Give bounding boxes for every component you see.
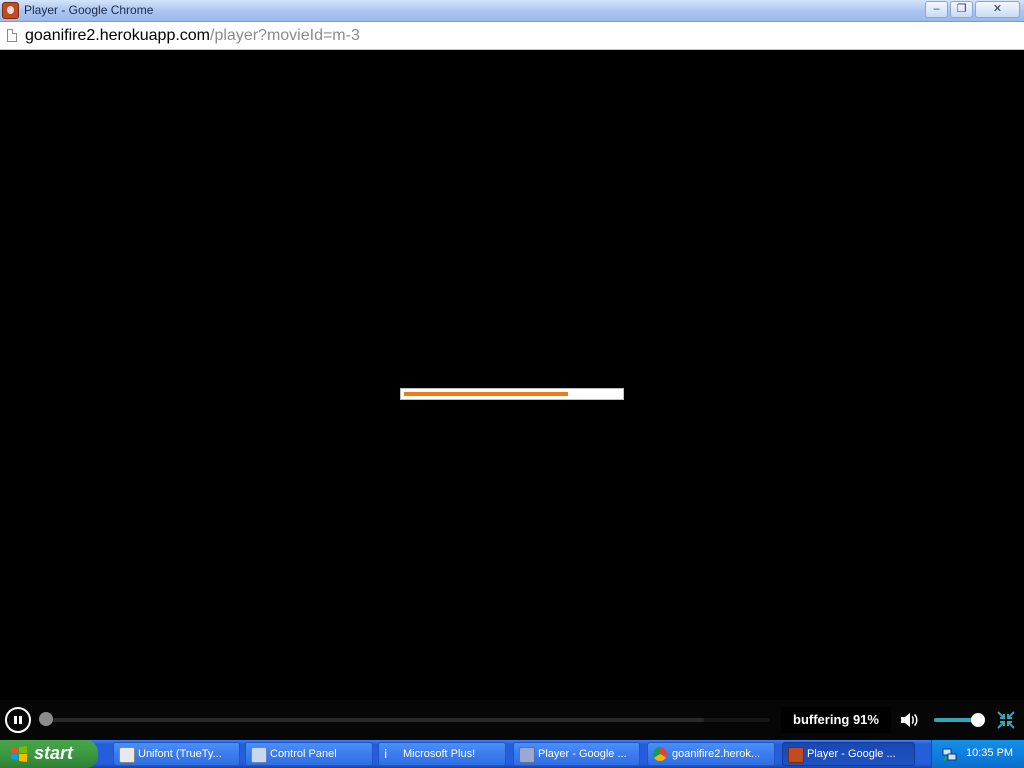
exit-fullscreen-icon[interactable]: [997, 711, 1015, 729]
title-bar: Player - Google Chrome – ❐ ✕: [0, 0, 1024, 22]
font-icon: [119, 747, 135, 763]
url-text[interactable]: goanifire2.herokuapp.com/player?movieId=…: [25, 27, 360, 45]
loading-progress-fill: [404, 392, 568, 396]
volume-handle[interactable]: [971, 713, 985, 727]
taskbar-item-unifont[interactable]: Unifont (TrueTy...: [113, 742, 240, 766]
player-app-icon: [788, 747, 804, 763]
seek-handle[interactable]: [39, 712, 53, 726]
chrome-icon: [653, 747, 667, 761]
app-icon: [2, 2, 19, 19]
url-path: /player?movieId=m-3: [210, 27, 360, 44]
start-button[interactable]: start: [0, 740, 98, 768]
taskbar-item-label: Control Panel: [270, 748, 337, 760]
clock[interactable]: 10:35 PM: [966, 747, 1013, 759]
video-viewport[interactable]: [0, 50, 1024, 700]
taskbar-item-chrome[interactable]: goanifire2.herok...: [647, 742, 775, 766]
taskbar-item-label: goanifire2.herok...: [672, 748, 761, 760]
restore-button[interactable]: ❐: [950, 1, 973, 18]
taskbar-item-label: Player - Google ...: [538, 748, 627, 760]
taskbar-item-player-active[interactable]: Player - Google ...: [782, 742, 915, 766]
page-icon: [7, 29, 17, 42]
taskbar-item-label: Player - Google ...: [807, 748, 896, 760]
start-label: start: [34, 743, 74, 763]
buffering-status: buffering 91%: [781, 707, 891, 733]
control-panel-icon: [251, 747, 267, 763]
windows-flag-icon: [11, 746, 27, 762]
system-tray: 10:35 PM: [931, 740, 1024, 768]
taskbar-item-microsoft-plus[interactable]: ⅰ Microsoft Plus!: [378, 742, 506, 766]
player-icon: [519, 747, 535, 763]
seek-bar[interactable]: [39, 712, 770, 726]
taskbar-item-label: Microsoft Plus!: [403, 748, 476, 760]
loading-progress-bar: [400, 388, 624, 400]
plus-icon: ⅰ: [384, 747, 388, 761]
taskbar-item-player-1[interactable]: Player - Google ...: [513, 742, 640, 766]
window-title: Player - Google Chrome: [24, 3, 154, 17]
speaker-icon[interactable]: [900, 712, 918, 728]
seek-buffered: [40, 718, 704, 722]
address-bar[interactable]: goanifire2.herokuapp.com/player?movieId=…: [0, 22, 1024, 50]
pause-button[interactable]: [5, 707, 31, 733]
minimize-button[interactable]: –: [925, 1, 948, 18]
close-button[interactable]: ✕: [975, 1, 1020, 18]
url-host: goanifire2.herokuapp.com: [25, 27, 211, 44]
player-controls: buffering 91%: [0, 700, 1024, 740]
network-icon[interactable]: [942, 746, 958, 762]
taskbar-item-control-panel[interactable]: Control Panel: [245, 742, 373, 766]
window-controls: – ❐ ✕: [925, 1, 1020, 18]
taskbar-item-label: Unifont (TrueTy...: [138, 748, 222, 760]
taskbar: start Unifont (TrueTy... Control Panel ⅰ…: [0, 740, 1024, 768]
